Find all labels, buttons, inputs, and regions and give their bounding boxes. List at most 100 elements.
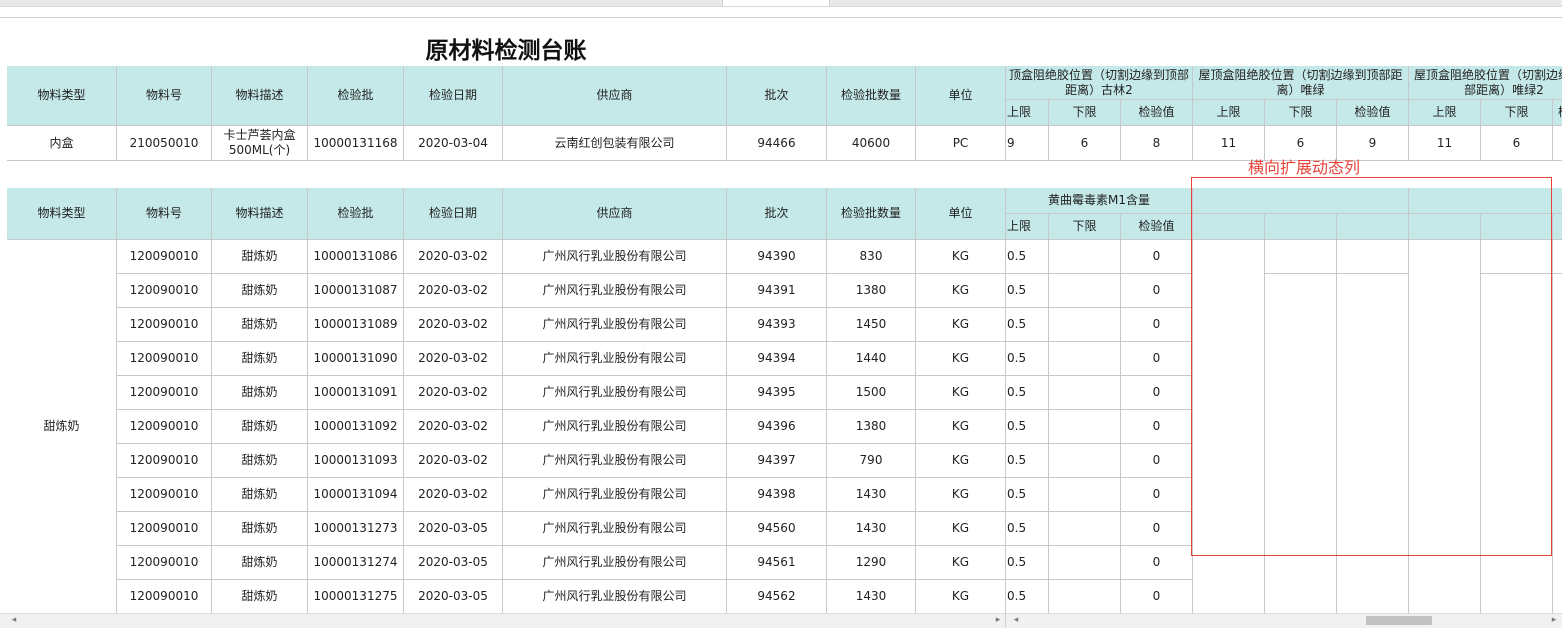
table-cell: 2020-03-04 <box>404 126 503 161</box>
table-cell <box>1049 308 1121 342</box>
collapse-tab[interactable] <box>722 0 830 6</box>
table-cell: 120090010 <box>117 478 212 512</box>
sub-header-empty <box>1193 214 1265 240</box>
table-cell: 甜炼奶 <box>212 580 308 614</box>
table-cell: 6 <box>1049 126 1121 161</box>
table-cell: 甜炼奶 <box>212 512 308 546</box>
table-cell: 0.5 <box>1006 342 1049 376</box>
table-cell: 1430 <box>827 478 916 512</box>
table-cell: 0 <box>1121 376 1193 410</box>
empty-dynamic-cell <box>1193 240 1265 613</box>
table-cell: 广州风行乳业股份有限公司 <box>503 478 727 512</box>
table-cell: 0.5 <box>1006 308 1049 342</box>
table-cell: 1430 <box>827 512 916 546</box>
table-cell: 94394 <box>727 342 827 376</box>
table-cell: 0.5 <box>1006 410 1049 444</box>
table-cell: 2020-03-02 <box>404 308 503 342</box>
table-cell: 10000131168 <box>308 126 404 161</box>
table-cell <box>1049 444 1121 478</box>
table-cell <box>1049 580 1121 614</box>
table-cell: 2020-03-05 <box>404 546 503 580</box>
table-cell: 94397 <box>727 444 827 478</box>
table-cell: 1290 <box>827 546 916 580</box>
table-cell <box>1049 478 1121 512</box>
table-cell: 10000131091 <box>308 376 404 410</box>
table-cell: 2020-03-02 <box>404 478 503 512</box>
scroll-thumb[interactable] <box>1366 616 1432 625</box>
table-cell: 0.5 <box>1006 580 1049 614</box>
empty-dynamic-cell <box>1553 240 1562 274</box>
table-cell: 广州风行乳业股份有限公司 <box>503 240 727 274</box>
table-cell: 1380 <box>827 274 916 308</box>
table-cell: 1380 <box>827 410 916 444</box>
table-cell: 0 <box>1121 478 1193 512</box>
table-cell: 0 <box>1121 342 1193 376</box>
column-header: 检验日期 <box>404 66 503 126</box>
column-header: 检验批数量 <box>827 188 916 240</box>
table-cell: 0 <box>1121 512 1193 546</box>
table-cell: KG <box>916 376 1006 410</box>
group-header-empty <box>1193 188 1409 214</box>
table-cell: 0 <box>1121 274 1193 308</box>
table-cell <box>1049 410 1121 444</box>
scroll-left-arrow-icon[interactable]: ◂ <box>1010 614 1022 626</box>
table-cell: KG <box>916 274 1006 308</box>
table-cell: 10000131273 <box>308 512 404 546</box>
table-cell: KG <box>916 478 1006 512</box>
table-cell: 0 <box>1121 410 1193 444</box>
table-cell: 甜炼奶 <box>212 308 308 342</box>
table-cell: 云南红创包装有限公司 <box>503 126 727 161</box>
scroll-left-arrow-icon[interactable]: ◂ <box>8 614 20 626</box>
group-header: 黄曲霉毒素M1含量 <box>1006 188 1193 214</box>
table-cell: 94466 <box>727 126 827 161</box>
table-cell <box>1049 274 1121 308</box>
column-header: 单位 <box>916 188 1006 240</box>
table-cell <box>1049 240 1121 274</box>
table-cell: 2020-03-02 <box>404 342 503 376</box>
sub-header: 上限 <box>1193 100 1265 126</box>
column-header: 物料类型 <box>7 66 117 126</box>
empty-dynamic-cell <box>1337 274 1409 613</box>
table-cell: 10000131093 <box>308 444 404 478</box>
table-cell: 甜炼奶 <box>212 240 308 274</box>
horizontal-scrollbar[interactable] <box>0 613 1562 628</box>
table-cell: 0 <box>1121 240 1193 274</box>
column-header: 供应商 <box>503 188 727 240</box>
column-header: 物料描述 <box>212 66 308 126</box>
table-cell: 120090010 <box>117 240 212 274</box>
table-cell: KG <box>916 240 1006 274</box>
table-cell: 广州风行乳业股份有限公司 <box>503 410 727 444</box>
table-cell: 94393 <box>727 308 827 342</box>
table-cell: 94398 <box>727 478 827 512</box>
scroll-right-arrow-icon[interactable]: ▸ <box>992 614 1004 626</box>
table-cell: 94562 <box>727 580 827 614</box>
table-cell: 1500 <box>827 376 916 410</box>
table-cell: 120090010 <box>117 342 212 376</box>
sub-header: 下限 <box>1049 214 1121 240</box>
table-cell: 0 <box>1121 546 1193 580</box>
table-cell: KG <box>916 308 1006 342</box>
table-cell: 120090010 <box>117 274 212 308</box>
table-cell: 广州风行乳业股份有限公司 <box>503 512 727 546</box>
table-cell: 10000131275 <box>308 580 404 614</box>
scroll-right-arrow-icon[interactable]: ▸ <box>1548 614 1560 626</box>
table-cell: KG <box>916 580 1006 614</box>
sub-header: 下限 <box>1049 100 1121 126</box>
table-cell: 甜炼奶 <box>212 274 308 308</box>
table-cell: 10000131092 <box>308 410 404 444</box>
frozen-pane-divider <box>1005 613 1006 627</box>
table-cell: 广州风行乳业股份有限公司 <box>503 580 727 614</box>
table-cell <box>1049 376 1121 410</box>
sub-header: 上限 <box>1006 214 1049 240</box>
table-cell: 2020-03-05 <box>404 580 503 614</box>
sub-header: 下限 <box>1265 100 1337 126</box>
table-cell: 2020-03-02 <box>404 240 503 274</box>
column-header: 批次 <box>727 188 827 240</box>
table-cell: 甜炼奶 <box>212 376 308 410</box>
table-cell: 94391 <box>727 274 827 308</box>
table-cell: 1440 <box>827 342 916 376</box>
table-cell: 10000131087 <box>308 274 404 308</box>
table-cell-merged: 甜炼奶 <box>7 240 117 613</box>
column-header: 检验批 <box>308 188 404 240</box>
table-cell: 0.5 <box>1006 546 1049 580</box>
